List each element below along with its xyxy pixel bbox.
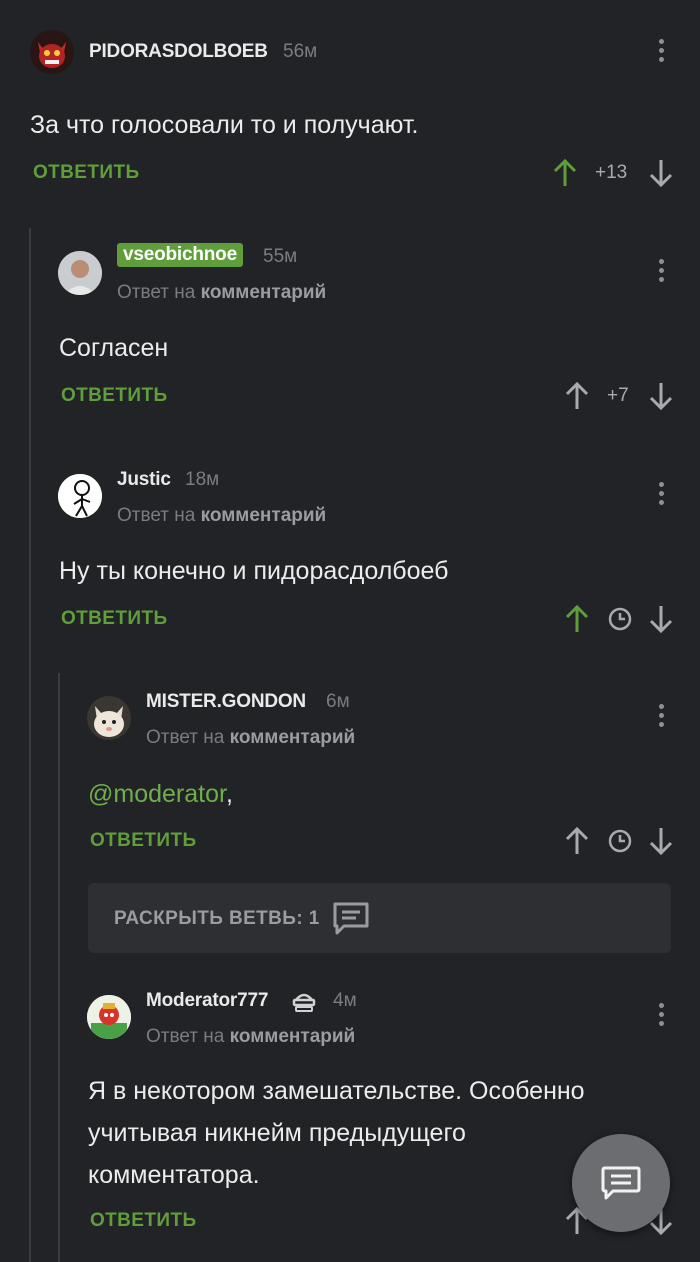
comment-text: Ну ты конечно и пидорасдолбоеб: [59, 557, 449, 585]
author-name[interactable]: vseobichnoe: [117, 243, 243, 267]
thread-line-level-1: [29, 228, 31, 1262]
author-name[interactable]: Moderator777: [146, 990, 268, 1012]
rating-score: +13: [595, 162, 628, 183]
avatar[interactable]: [30, 30, 74, 74]
comment-compose-icon: [601, 1166, 641, 1200]
reply-to-link[interactable]: Ответ на комментарий: [146, 727, 355, 749]
reply-button[interactable]: ОТВЕТИТЬ: [61, 608, 168, 630]
author-name[interactable]: Justic: [117, 469, 171, 491]
person-avatar-icon: [58, 251, 102, 295]
moderator-badge-icon: [292, 993, 316, 1012]
downvote-arrow-icon[interactable]: [648, 158, 674, 188]
demon-avatar-icon: [30, 30, 74, 74]
reply-button[interactable]: ОТВЕТИТЬ: [90, 1210, 197, 1232]
more-menu-icon[interactable]: [659, 39, 665, 66]
comment-text: За что голосовали то и получают.: [30, 111, 419, 139]
more-menu-icon[interactable]: [659, 482, 665, 509]
author-name[interactable]: MISTER.GONDON: [146, 691, 306, 713]
downvote-arrow-icon[interactable]: [648, 826, 674, 856]
comment-time: 6м: [326, 691, 350, 712]
comments-icon: [333, 902, 369, 935]
reply-to-link[interactable]: Ответ на комментарий: [117, 282, 326, 304]
upvote-arrow-icon[interactable]: [552, 158, 578, 188]
character-avatar-icon: [87, 995, 131, 1039]
comment-text-line: комментатора.: [88, 1161, 260, 1189]
expand-branch-button[interactable]: РАСКРЫТЬ ВЕТВЬ: 1: [88, 883, 671, 953]
thread-line-level-2: [58, 673, 60, 1262]
comment-time: 18м: [185, 469, 220, 490]
write-comment-fab[interactable]: [572, 1134, 670, 1232]
clock-icon: [608, 829, 632, 853]
comment-text-suffix: ,: [225, 780, 233, 808]
more-menu-icon[interactable]: [659, 259, 665, 286]
comment-text: @moderator,: [88, 773, 233, 815]
avatar[interactable]: [58, 251, 102, 295]
downvote-arrow-icon[interactable]: [648, 381, 674, 411]
comment-text: Согласен: [59, 334, 169, 362]
stick-figure-avatar-icon: [58, 474, 102, 518]
reply-button[interactable]: ОТВЕТИТЬ: [90, 830, 197, 852]
reply-button[interactable]: ОТВЕТИТЬ: [33, 162, 140, 184]
clock-icon: [608, 607, 632, 631]
upvote-arrow-icon[interactable]: [564, 381, 590, 411]
comment-text: Я в некотором замешательстве. Особенно у…: [88, 1070, 585, 1196]
downvote-arrow-icon[interactable]: [648, 604, 674, 634]
comment-time: 4м: [333, 990, 357, 1011]
comment-time: 55м: [263, 246, 298, 267]
author-name[interactable]: PIDORASDOLBOEB: [89, 41, 268, 63]
expand-branch-label: РАСКРЫТЬ ВЕТВЬ: 1: [114, 908, 320, 929]
avatar[interactable]: [87, 995, 131, 1039]
cat-avatar-icon: [87, 696, 131, 740]
user-mention-link[interactable]: @moderator: [88, 780, 226, 808]
avatar[interactable]: [87, 696, 131, 740]
reply-to-link[interactable]: Ответ на комментарий: [146, 1026, 355, 1048]
avatar[interactable]: [58, 474, 102, 518]
upvote-arrow-icon[interactable]: [564, 826, 590, 856]
comment-text-line: Я в некотором замешательстве. Особенно: [88, 1077, 585, 1105]
reply-to-link[interactable]: Ответ на комментарий: [117, 505, 326, 527]
more-menu-icon[interactable]: [659, 1003, 665, 1030]
comment-text-line: учитывая никнейм предыдущего: [88, 1119, 466, 1147]
comment-time: 56м: [283, 41, 318, 62]
rating-score: +7: [607, 385, 629, 406]
upvote-arrow-icon[interactable]: [564, 604, 590, 634]
more-menu-icon[interactable]: [659, 704, 665, 731]
reply-button[interactable]: ОТВЕТИТЬ: [61, 385, 168, 407]
